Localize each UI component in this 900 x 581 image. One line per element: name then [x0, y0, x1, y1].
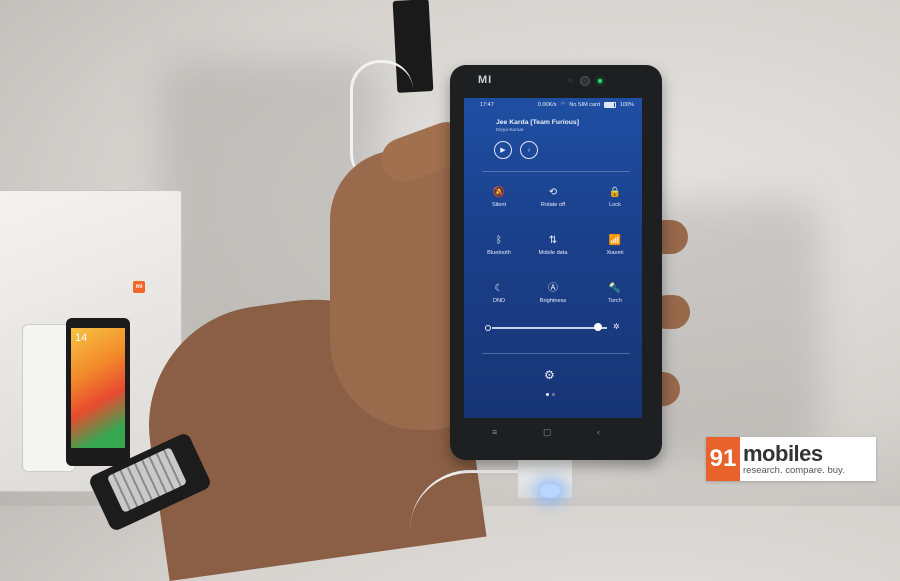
logo-tagline: research. compare. buy. [743, 464, 845, 476]
song-title: Jee Karda [Team Furious] [496, 119, 579, 126]
mi-logo: MI [478, 74, 493, 86]
menu-button[interactable]: ≡ [492, 427, 497, 437]
bluetooth-icon: ᛒ [496, 235, 502, 246]
toggle-dnd[interactable]: ☾ DND [474, 282, 524, 304]
toggle-lock[interactable]: 🔒 Lock [590, 186, 640, 208]
plug-light [540, 484, 560, 498]
lock-icon: 🔒 [608, 187, 622, 198]
play-icon: ▶ [500, 147, 506, 154]
battery-icon [603, 102, 616, 108]
toggle-label: Xiaomi [606, 250, 624, 256]
toggle-label: Bluetooth [487, 250, 511, 256]
stand-phone-clock: 14 [75, 332, 88, 344]
gear-icon[interactable]: ⚙ [544, 368, 555, 382]
logo-number: 91 [706, 437, 740, 481]
watermark-logo: 91 mobiles research. compare. buy. [706, 437, 876, 481]
phone-screen: 17:47 0.00K/s ◠ No SIM card 100% Jee Kar… [464, 98, 642, 418]
page-dot-active [546, 393, 549, 396]
toggle-brightness[interactable]: Ⓐ Brightness [528, 282, 578, 304]
next-button[interactable]: › [520, 141, 538, 159]
stand-phone: 14 [66, 318, 130, 466]
toggle-label: Torch [608, 298, 622, 304]
divider [482, 171, 630, 172]
page-indicator [546, 393, 555, 396]
logo-name: mobiles [743, 440, 823, 466]
wifi-icon: 📶 [608, 235, 622, 246]
toggle-label: DND [492, 298, 506, 304]
toggle-label: Silent [492, 202, 506, 208]
battery-percent: 100% [619, 102, 634, 108]
divider [482, 353, 630, 354]
moon-icon: ☾ [494, 283, 504, 294]
toggle-label: Lock [609, 202, 621, 208]
stand-brand-logo: mi [133, 281, 145, 293]
toggle-xiaomi[interactable]: 📶 Xiaomi [590, 234, 640, 256]
toggle-torch[interactable]: 🔦 Torch [590, 282, 640, 304]
rotate-lock-icon: ⟲ [548, 187, 558, 198]
toggle-label: Brightness [539, 298, 567, 304]
next-icon: › [527, 146, 531, 154]
status-time: 17:47 [480, 102, 494, 108]
brightness-high-icon: ✲ [613, 322, 620, 331]
toggle-rotate-off[interactable]: ⟲ Rotate off [528, 186, 578, 208]
sim-status: No SIM card [569, 102, 600, 108]
toggle-silent[interactable]: 🔕 Silent [474, 186, 524, 208]
artist-name: Divya Kumar [496, 128, 524, 133]
toggle-bluetooth[interactable]: ᛒ Bluetooth [474, 234, 524, 256]
brightness-slider-thumb[interactable] [593, 323, 602, 331]
toggle-label: Rotate off [540, 202, 566, 208]
wifi-status-icon: ◠ [560, 102, 566, 108]
bell-off-icon: 🔕 [492, 187, 506, 198]
play-button[interactable]: ▶ [494, 141, 512, 159]
home-button[interactable]: ▢ [543, 427, 552, 438]
network-speed: 0.00K/s [537, 102, 557, 108]
status-bar: 17:47 0.00K/s ◠ No SIM card 100% [464, 101, 642, 111]
toggle-mobile-data[interactable]: ⇅ Mobile data [528, 234, 578, 256]
brightness-low-icon [485, 325, 491, 331]
auto-brightness-icon: Ⓐ [548, 283, 558, 294]
toggle-label: Mobile data [538, 250, 568, 256]
notification-led [598, 79, 602, 83]
brightness-slider[interactable] [492, 327, 607, 329]
page-dot [552, 393, 555, 396]
front-camera [580, 76, 590, 86]
mobile-data-icon: ⇅ [548, 235, 558, 246]
back-button[interactable]: ‹ [597, 427, 600, 437]
proximity-sensor [568, 78, 573, 83]
torch-icon: 🔦 [608, 283, 622, 294]
